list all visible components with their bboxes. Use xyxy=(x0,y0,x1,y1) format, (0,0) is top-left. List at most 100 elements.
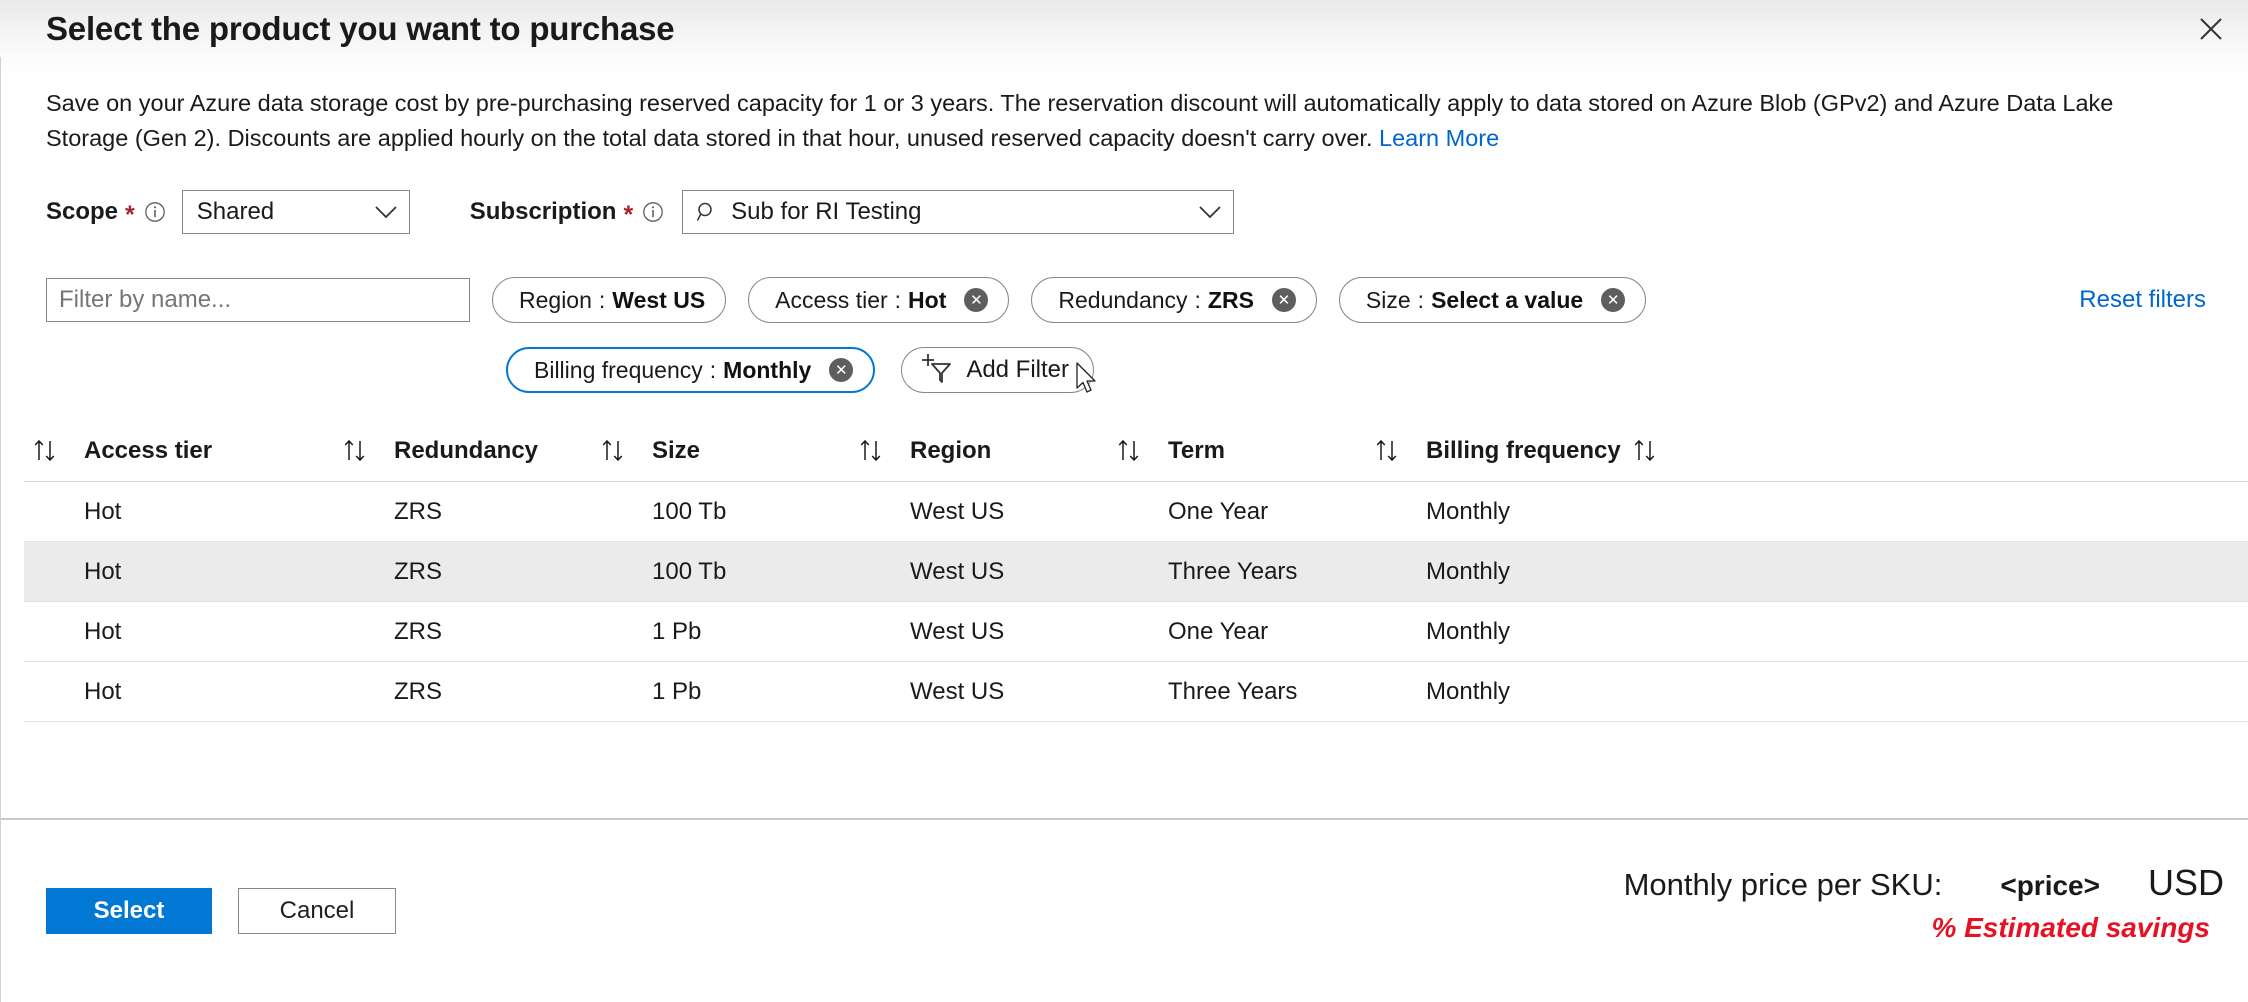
column-header-redundancy[interactable]: Redundancy xyxy=(334,437,592,465)
table-row[interactable]: Hot ZRS 1 Pb West US One Year Monthly xyxy=(24,602,2248,662)
cell-redundancy: ZRS xyxy=(334,618,442,646)
cancel-button[interactable]: Cancel xyxy=(238,888,396,934)
sort-arrows-icon[interactable] xyxy=(24,438,70,464)
add-filter-button[interactable]: Add Filter xyxy=(901,347,1094,393)
estimated-savings: % Estimated savings xyxy=(1624,912,2210,944)
filter-row-primary: Region : West US Access tier : Hot ✕ Red… xyxy=(46,276,2206,324)
scope-select-value: Shared xyxy=(197,198,363,226)
filter-row-secondary: Billing frequency : Monthly ✕ Add Filter xyxy=(46,346,2206,394)
cell-billing-frequency: Monthly xyxy=(1366,618,1510,646)
subscription-label-text: Subscription xyxy=(470,198,617,226)
scope-required-marker: * xyxy=(125,203,135,228)
table-row[interactable]: Hot ZRS 1 Pb West US Three Years Monthly xyxy=(24,662,2248,722)
cell-billing-frequency: Monthly xyxy=(1366,678,1510,706)
column-header-billing-frequency[interactable]: Billing frequency xyxy=(1366,437,1624,465)
sort-arrows-icon[interactable] xyxy=(850,438,896,464)
filter-pill-key: Billing frequency xyxy=(534,357,703,384)
filter-pill-separator: : xyxy=(592,287,612,314)
chevron-down-icon xyxy=(1197,204,1223,220)
cell-billing-frequency: Monthly xyxy=(1366,498,1510,526)
clear-filter-icon[interactable]: ✕ xyxy=(964,288,988,312)
column-header-access-tier[interactable]: Access tier xyxy=(24,437,334,465)
sort-arrows-icon[interactable] xyxy=(592,438,638,464)
sort-arrows-icon[interactable] xyxy=(1366,438,1412,464)
subscription-label: Subscription * xyxy=(470,198,664,226)
clear-filter-icon[interactable]: ✕ xyxy=(829,358,853,382)
sort-arrows-icon[interactable] xyxy=(1108,438,1154,464)
column-header-size[interactable]: Size xyxy=(592,437,850,465)
filter-by-name-input[interactable] xyxy=(46,278,470,322)
column-header-region[interactable]: Region xyxy=(850,437,1108,465)
cell-region: West US xyxy=(850,618,1004,646)
filter-pill-redundancy[interactable]: Redundancy : ZRS ✕ xyxy=(1031,277,1317,323)
clear-filter-icon[interactable]: ✕ xyxy=(1272,288,1296,312)
filter-pill-region[interactable]: Region : West US xyxy=(492,277,726,323)
table-body: Hot ZRS 100 Tb West US One Year Monthly … xyxy=(24,482,2248,722)
cell-access-tier: Hot xyxy=(24,678,121,706)
price-value: <price> xyxy=(2000,870,2100,902)
price-line: Monthly price per SKU: <price> USD xyxy=(1624,862,2224,904)
filter-pill-separator: : xyxy=(1411,287,1431,314)
cell-region: West US xyxy=(850,678,1004,706)
select-button[interactable]: Select xyxy=(46,888,212,934)
blade-left-edge xyxy=(0,57,1,1002)
scope-subscription-row: Scope * Shared Subscription * xyxy=(46,186,1234,238)
scope-select[interactable]: Shared xyxy=(182,190,410,234)
cell-size: 1 Pb xyxy=(592,618,701,646)
chevron-down-icon xyxy=(373,204,399,220)
subscription-select-value: Sub for RI Testing xyxy=(731,198,1187,226)
sort-arrows-icon[interactable] xyxy=(1624,438,1670,464)
cell-redundancy: ZRS xyxy=(334,678,442,706)
purchase-product-blade: Select the product you want to purchase … xyxy=(0,0,2248,1002)
filter-pill-value: Monthly xyxy=(723,357,811,384)
column-header-term[interactable]: Term xyxy=(1108,437,1366,465)
cell-access-tier: Hot xyxy=(24,498,121,526)
products-table: Access tier Redundancy S xyxy=(24,420,2248,722)
search-icon xyxy=(695,200,719,224)
scope-label: Scope * xyxy=(46,198,166,226)
filter-pill-separator: : xyxy=(888,287,908,314)
column-header-label: Term xyxy=(1168,437,1225,465)
column-header-label: Redundancy xyxy=(394,437,538,465)
clear-filter-icon[interactable]: ✕ xyxy=(1601,288,1625,312)
cell-billing-frequency: Monthly xyxy=(1366,558,1510,586)
cell-term: Three Years xyxy=(1108,558,1297,586)
cell-size: 1 Pb xyxy=(592,678,701,706)
filter-pill-size[interactable]: Size : Select a value ✕ xyxy=(1339,277,1646,323)
column-header-label: Region xyxy=(910,437,991,465)
subscription-required-marker: * xyxy=(623,203,633,228)
info-icon[interactable] xyxy=(642,201,664,223)
cell-region: West US xyxy=(850,558,1004,586)
cell-access-tier: Hot xyxy=(24,618,121,646)
filter-pill-value: Hot xyxy=(908,287,946,314)
table-row[interactable]: Hot ZRS 100 Tb West US One Year Monthly xyxy=(24,482,2248,542)
close-button[interactable] xyxy=(2184,4,2238,54)
price-summary: Monthly price per SKU: <price> USD % Est… xyxy=(1624,862,2224,944)
cell-access-tier: Hot xyxy=(24,558,121,586)
table-header-row: Access tier Redundancy S xyxy=(24,420,2248,482)
blade-header: Select the product you want to purchase xyxy=(0,0,2248,74)
filter-pill-value: Select a value xyxy=(1431,287,1583,314)
filter-pill-billing-frequency[interactable]: Billing frequency : Monthly ✕ xyxy=(506,347,875,393)
filter-pill-separator: : xyxy=(703,357,723,384)
reset-filters-link[interactable]: Reset filters xyxy=(2079,276,2206,324)
column-header-label: Size xyxy=(652,437,700,465)
cell-redundancy: ZRS xyxy=(334,558,442,586)
page-title: Select the product you want to purchase xyxy=(46,10,674,48)
filter-pill-key: Size xyxy=(1366,287,1411,314)
blade-description: Save on your Azure data storage cost by … xyxy=(46,86,2146,156)
column-header-label: Billing frequency xyxy=(1426,437,1621,465)
filter-pill-access-tier[interactable]: Access tier : Hot ✕ xyxy=(748,277,1009,323)
cell-redundancy: ZRS xyxy=(334,498,442,526)
cell-term: Three Years xyxy=(1108,678,1297,706)
subscription-select[interactable]: Sub for RI Testing xyxy=(682,190,1234,234)
scope-label-text: Scope xyxy=(46,198,118,226)
cell-term: One Year xyxy=(1108,618,1268,646)
table-row[interactable]: Hot ZRS 100 Tb West US Three Years Month… xyxy=(24,542,2248,602)
learn-more-link[interactable]: Learn More xyxy=(1379,125,1499,151)
sort-arrows-icon[interactable] xyxy=(334,438,380,464)
info-icon[interactable] xyxy=(144,201,166,223)
price-caption: Monthly price per SKU: xyxy=(1624,867,1943,903)
column-header-label: Access tier xyxy=(84,437,212,465)
column-header-sort-trailing[interactable] xyxy=(1624,438,1670,464)
